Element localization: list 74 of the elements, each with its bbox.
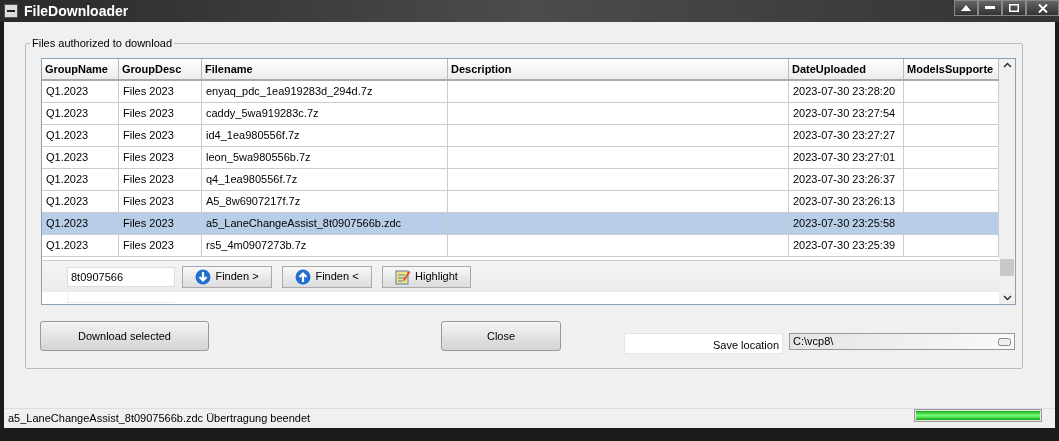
table-row[interactable]: Q1.2023 Files 2023 q4_1ea980556f.7z 2023-07-30 23:26:37 [42, 169, 999, 191]
table-cell: a5_LaneChangeAssist_8t0907566b.zdc [206, 217, 402, 229]
browse-icon[interactable] [998, 337, 1011, 346]
download-button[interactable]: Download selected [40, 321, 209, 351]
maximize-button[interactable] [1002, 0, 1026, 16]
table-row[interactable]: Q1.2023 Files 2023 id4_1ea980556f.7z 2023-07-30 23:27:27 [42, 125, 999, 147]
table-cell: Files 2023 [123, 107, 174, 119]
minimize-button[interactable] [978, 0, 1002, 16]
triangle-up-icon [961, 5, 971, 11]
table-cell: 2023-07-30 23:27:54 [793, 107, 896, 119]
up-arrow-icon [295, 268, 312, 285]
table-cell: 2023-07-30 23:26:13 [793, 195, 896, 207]
find-button[interactable]: Finden > [182, 265, 272, 288]
search-field[interactable]: 8t0907566 [67, 266, 175, 287]
status-text: a5_LaneChangeAssist_8t0907566b.zdc Übertragung beendet [8, 411, 312, 427]
table-cell: Q1.2023 [46, 85, 89, 97]
group-title: Files authorized to download [30, 36, 175, 50]
table-cell: caddy_5wa919283c.7z [206, 107, 319, 119]
close-button[interactable]: Close [441, 321, 561, 351]
highlighter-icon [395, 268, 412, 285]
table-cell: 2023-07-30 23:27:27 [793, 129, 896, 141]
table-row[interactable]: Q1.2023 Files 2023 A5_8w6907217f.7z 2023-07-30 23:26:13 [42, 191, 999, 213]
table-cell: Q1.2023 [46, 217, 89, 229]
window-title: FileDownloader [24, 1, 129, 21]
table-row[interactable]: Q1.2023 Files 2023 a5_LaneChangeAssist_8t0907566b.zdc 2023-07-30 23:25:58 [42, 213, 999, 235]
scroll-down-icon[interactable] [1002, 295, 1012, 301]
find-button[interactable]: Highlight [382, 265, 471, 288]
column-header[interactable]: Description [448, 59, 789, 79]
table-cell: Files 2023 [123, 151, 174, 163]
table-cell: Files 2023 [123, 217, 174, 229]
roll-up-button[interactable] [954, 0, 978, 16]
table-cell: Q1.2023 [46, 129, 89, 141]
table-row[interactable]: Q1.2023 Files 2023 caddy_5wa919283c.7z 2023-07-30 23:27:54 [42, 103, 999, 125]
minimize-icon [985, 6, 995, 10]
table-cell: Files 2023 [123, 85, 174, 97]
down-arrow-icon [195, 268, 212, 285]
table-cell: 2023-07-30 23:27:01 [793, 151, 896, 163]
column-header[interactable]: GroupDesc [119, 59, 202, 79]
table-cell: Q1.2023 [46, 151, 89, 163]
table-cell: 2023-07-30 23:28:20 [793, 85, 896, 97]
table-cell: Files 2023 [123, 129, 174, 141]
table-cell: Files 2023 [123, 195, 174, 207]
table-cell: Files 2023 [123, 239, 174, 251]
column-header[interactable]: Filename [202, 59, 448, 79]
table-cell: rs5_4m0907273b.7z [206, 239, 307, 251]
table-cell: A5_8w6907217f.7z [206, 195, 301, 207]
table-cell: 2023-07-30 23:25:39 [793, 239, 896, 251]
scrollbar[interactable] [999, 59, 1015, 304]
table-cell: 2023-07-30 23:26:37 [793, 173, 896, 185]
table-cell: 2023-07-30 23:25:58 [793, 217, 896, 229]
input-field[interactable] [67, 292, 175, 303]
path-field[interactable]: C:\vcp8\ [789, 333, 1015, 350]
table-cell: q4_1ea980556f.7z [206, 173, 298, 185]
table-cell: leon_5wa980556b.7z [206, 151, 311, 163]
scroll-up-icon[interactable] [1002, 62, 1012, 68]
table-cell: Q1.2023 [46, 239, 89, 251]
window-menu-icon[interactable] [4, 4, 18, 18]
table-row[interactable]: Q1.2023 Files 2023 rs5_4m0907273b.7z 2023-07-30 23:25:39 [42, 235, 999, 257]
column-header[interactable]: GroupName [42, 59, 119, 79]
close-icon [1037, 3, 1048, 13]
table-cell: Q1.2023 [46, 107, 89, 119]
maximize-icon [1009, 4, 1019, 12]
find-button[interactable]: Finden < [282, 265, 372, 288]
close-button[interactable] [1026, 0, 1059, 16]
table-cell: enyaq_pdc_1ea919283d_294d.7z [206, 85, 373, 97]
table-cell: Q1.2023 [46, 195, 89, 207]
scroll-thumb[interactable] [1000, 259, 1014, 276]
table-cell: Q1.2023 [46, 173, 89, 185]
table-row[interactable]: Q1.2023 Files 2023 leon_5wa980556b.7z 2023-07-30 23:27:01 [42, 147, 999, 169]
table-cell: id4_1ea980556f.7z [206, 129, 300, 141]
column-header[interactable]: DateUploaded [789, 59, 904, 79]
table-cell: Files 2023 [123, 173, 174, 185]
save-location-label: Save location [624, 333, 783, 354]
table-row[interactable]: Q1.2023 Files 2023 enyaq_pdc_1ea919283d_294d.7z 2023-07-30 23:28:20 [42, 81, 999, 103]
